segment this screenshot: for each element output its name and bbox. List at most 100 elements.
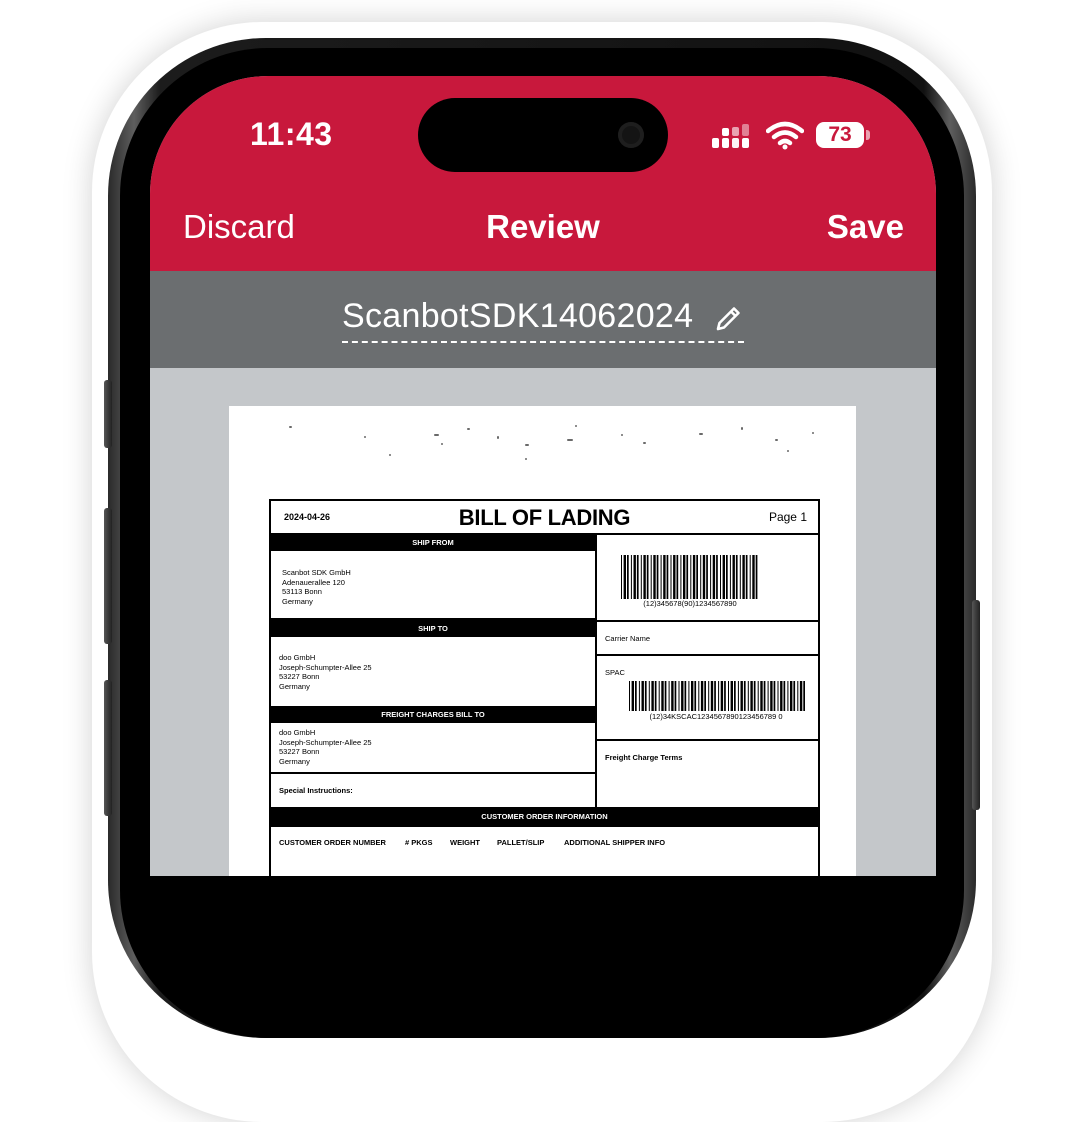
barcode-stripe <box>752 555 755 599</box>
freight-bill-to-heading: FREIGHT CHARGES BILL TO <box>271 706 595 723</box>
ship-from-heading: SHIP FROM <box>271 534 595 551</box>
special-instructions-label: Special Instructions: <box>279 786 353 795</box>
scanned-document-preview[interactable]: 2024-04-26 BILL OF LADING Page 1 SHIP FR… <box>229 406 856 876</box>
barcode-stripe <box>745 555 748 599</box>
barcode-stripe <box>690 555 692 599</box>
barcode-stripe <box>708 681 710 711</box>
action-button <box>104 380 112 448</box>
barcode-stripe <box>646 555 649 599</box>
customer-order-heading: CUSTOMER ORDER INFORMATION <box>271 807 818 827</box>
save-button[interactable]: Save <box>827 208 904 246</box>
barcode-stripe <box>663 555 666 599</box>
barcode-stripe <box>783 681 786 711</box>
status-time: 11:43 <box>250 116 333 152</box>
barcode-stripe <box>757 681 759 711</box>
barcode-stripe <box>678 681 680 711</box>
barcode-stripe <box>720 555 721 599</box>
barcode-stripe <box>726 555 728 599</box>
barcode-stripe <box>734 681 736 711</box>
document-title: BILL OF LADING <box>458 505 631 530</box>
barcode-stripe <box>670 555 672 599</box>
divider <box>595 739 818 741</box>
dynamic-island <box>418 98 668 172</box>
vertical-divider <box>595 533 597 807</box>
barcode-stripe <box>799 681 803 711</box>
barcode-stripe <box>621 555 622 599</box>
barcode-2 <box>629 681 805 711</box>
barcode-stripe <box>770 681 773 711</box>
barcode-stripe <box>730 681 733 711</box>
barcode-stripe <box>739 555 741 599</box>
barcode-stripe <box>710 681 714 711</box>
barcode-stripe <box>716 555 718 599</box>
barcode-stripe <box>797 681 799 711</box>
freight-bill-to-address: doo GmbH Joseph-Schumpter-Allee 25 53227… <box>279 728 372 766</box>
document-name-field[interactable]: ScanbotSDK14062024 <box>342 297 744 343</box>
pencil-icon[interactable] <box>712 303 744 335</box>
barcode-stripe <box>627 555 629 599</box>
barcode-stripe <box>629 681 630 711</box>
document-header: 2024-04-26 BILL OF LADING Page 1 <box>271 501 818 535</box>
carrier-name-label: Carrier Name <box>605 634 651 643</box>
barcode-stripe <box>712 555 716 599</box>
barcode-stripe <box>643 555 646 599</box>
barcode-stripe <box>742 555 745 599</box>
power-button <box>972 600 980 810</box>
barcode-stripe <box>661 681 664 711</box>
barcode-stripe <box>724 681 726 711</box>
wifi-icon <box>766 121 804 150</box>
barcode-stripe <box>653 555 656 599</box>
barcode-stripe <box>732 555 735 599</box>
barcode-stripe <box>780 681 783 711</box>
barcode-stripe <box>755 555 758 599</box>
barcode-stripe <box>763 681 766 711</box>
divider <box>595 654 818 656</box>
barcode-stripe <box>668 681 670 711</box>
app-screen: 11:43 73 Discard Review Save ScanbotSDK1… <box>150 76 936 876</box>
barcode-stripe <box>638 681 640 711</box>
barcode-stripe <box>644 681 647 711</box>
barcode-1-text: (12)345678(90)1234567890 <box>643 599 737 608</box>
battery-cap <box>866 130 870 140</box>
barcode-2-text: (12)34KSCAC1234567890123456789 0 <box>649 712 783 721</box>
barcode-stripe <box>673 555 676 599</box>
barcode-stripe <box>674 681 677 711</box>
page-number: Page 1 <box>768 510 807 524</box>
barcode-stripe <box>654 681 657 711</box>
barcode-stripe <box>720 681 724 711</box>
barcode-stripe <box>691 681 694 711</box>
barcode-stripe <box>729 555 731 599</box>
barcode-stripe <box>666 555 669 599</box>
barcode-stripe <box>698 681 700 711</box>
document-name: ScanbotSDK14062024 <box>342 297 694 335</box>
barcode-stripe <box>631 681 634 711</box>
barcode-stripe <box>700 555 702 599</box>
barcode-stripe <box>735 555 738 599</box>
barcode-stripe <box>696 555 698 599</box>
barcode-stripe <box>623 555 626 599</box>
barcode-stripe <box>700 681 704 711</box>
barcode-stripe <box>706 555 708 599</box>
divider <box>271 772 595 774</box>
barcode-stripe <box>737 681 739 711</box>
barcode-stripe <box>630 555 632 599</box>
barcode-stripe <box>773 681 776 711</box>
barcode-stripe <box>787 681 789 711</box>
barcode-stripe <box>714 681 716 711</box>
barcode-stripe <box>688 681 690 711</box>
ship-to-heading: SHIP TO <box>271 620 595 637</box>
barcode-stripe <box>803 681 805 711</box>
barcode-stripe <box>636 555 639 599</box>
barcode-stripe <box>671 681 674 711</box>
page-title: Review <box>486 208 600 245</box>
barcode-stripe <box>648 681 650 711</box>
barcode-stripe <box>743 681 746 711</box>
barcode-stripe <box>658 681 660 711</box>
barcode-stripe <box>702 555 706 599</box>
volume-down-button <box>104 680 112 816</box>
barcode-stripe <box>760 681 763 711</box>
barcode-stripe <box>750 681 753 711</box>
divider <box>595 620 818 622</box>
barcode-stripe <box>740 681 743 711</box>
battery-level: 73 <box>828 123 852 146</box>
